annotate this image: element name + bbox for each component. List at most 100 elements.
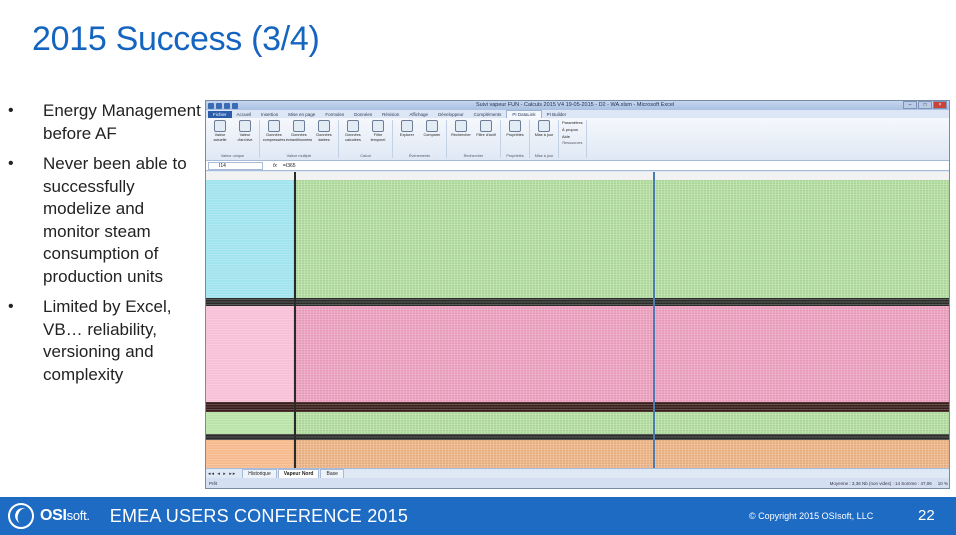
bullet-dot-icon: • [8, 155, 14, 172]
left-column-block [206, 180, 294, 298]
calculator-icon [347, 120, 359, 132]
ribbon-group-proprietes: Propriétés Propriétés [504, 120, 530, 158]
tab-accueil[interactable]: Accueil [232, 111, 257, 118]
bullet-item: • Limited by Excel, VB… reliability, vers… [8, 296, 204, 386]
row-band [206, 172, 949, 180]
status-ready: Prêt [209, 481, 218, 486]
tab-donnees[interactable]: Données [349, 111, 377, 118]
window-title: Suivi vapeur FUN - Calculs 2015 V4 19-05… [476, 102, 675, 108]
ribbon-group-valeur-multiple: Données compressées Données échantillonn… [263, 120, 339, 158]
window-controls: – □ × [902, 101, 947, 109]
zoom-level[interactable]: 10 % [938, 481, 948, 486]
filtre-temporel-button[interactable]: Filtre temporel [367, 120, 389, 154]
close-icon[interactable]: × [933, 101, 947, 109]
spreadsheet-grid[interactable] [206, 172, 949, 468]
properties-icon [509, 120, 521, 132]
row-band [206, 306, 949, 402]
donnees-echantillonnees-button[interactable]: Données échantillonnées [286, 120, 312, 154]
asset-filter-icon [480, 120, 492, 132]
maximize-icon[interactable]: □ [918, 101, 932, 109]
sheet-tab-historique[interactable]: Historique [242, 468, 277, 479]
camera-icon [214, 120, 226, 132]
aide-button[interactable]: Aide [562, 134, 583, 139]
slide-title: 2015 Success (3/4) [32, 20, 320, 58]
excel-title-bar: Suivi vapeur FUN - Calculs 2015 V4 19-05… [206, 101, 949, 110]
bullet-dot-icon: • [8, 102, 14, 119]
ribbon-group-calcul: Données calculées Filtre temporel Calcul [342, 120, 393, 158]
formula-input[interactable]: =I365 [283, 163, 296, 169]
comparer-button[interactable]: Comparer [421, 120, 443, 154]
row-band [206, 412, 949, 434]
search-icon [455, 120, 467, 132]
tab-insertion[interactable]: Insertion [256, 111, 283, 118]
tab-revision[interactable]: Révision [377, 111, 404, 118]
row-band [206, 180, 949, 298]
bullet-text: Energy Management before AF [43, 101, 201, 143]
explore-icon [401, 120, 413, 132]
osisoft-logo-icon [8, 503, 34, 529]
archive-icon [239, 120, 251, 132]
mise-a-jour-button[interactable]: Mise à jour [533, 120, 555, 154]
parametres-button[interactable]: Paramètres [562, 120, 583, 125]
function-icon[interactable]: fx [273, 163, 277, 169]
ribbon-tabs: Fichier Accueil Insertion Mise en page F… [206, 110, 949, 118]
tab-pi-builder[interactable]: PI Builder [542, 111, 572, 118]
refresh-icon [538, 120, 550, 132]
valeur-actuelle-button[interactable]: Valeur actuelle [209, 120, 231, 154]
tab-pi-datalink[interactable]: PI DataLink [506, 110, 542, 118]
explorer-button[interactable]: Explorer [396, 120, 418, 154]
sheet-tab-vapeur-nord[interactable]: Vapeur Nord [277, 468, 320, 479]
status-bar: Prêt Moyenne : 3,36 Nb (non vides) : 14 … [206, 478, 949, 488]
freeze-pane-divider [294, 172, 296, 468]
ribbon-group-valeur-unique: Valeur actuelle Valeur d'archive Valeur … [209, 120, 260, 158]
donnees-compressees-button[interactable]: Données compressées [263, 120, 285, 154]
osisoft-logo: OSIsoft. [8, 503, 90, 529]
clock-icon [293, 120, 305, 132]
excel-logo-icon [208, 102, 214, 109]
proprietes-button[interactable]: Propriétés [504, 120, 526, 154]
sheet-tab-base[interactable]: Base [320, 468, 344, 479]
sheet-nav-arrows-icon[interactable]: ◂◂ ◂ ▸ ▸▸ [208, 471, 236, 477]
compare-icon [426, 120, 438, 132]
undo-icon[interactable] [224, 102, 230, 109]
bullet-text: Limited by Excel, VB… reliability, versi… [43, 297, 172, 384]
bullet-item: • Never been able to successfully modeliz… [8, 153, 204, 288]
bullet-item: • Energy Management before AF [8, 100, 204, 145]
selected-column-marker [653, 172, 655, 468]
excel-window-screenshot: Suivi vapeur FUN - Calculs 2015 V4 19-05… [205, 100, 950, 489]
save-icon[interactable] [216, 102, 222, 109]
tab-affichage[interactable]: Affichage [404, 111, 433, 118]
formula-bar: I14 fx =I365 [206, 161, 949, 171]
tab-developpeur[interactable]: Développeur [433, 111, 469, 118]
quick-access-toolbar[interactable] [208, 102, 238, 109]
page-number: 22 [918, 507, 935, 524]
logo-text: OSIsoft. [40, 507, 90, 524]
tab-mise-en-page[interactable]: Mise en page [283, 111, 320, 118]
redo-icon[interactable] [232, 102, 238, 109]
minimize-icon[interactable]: – [903, 101, 917, 109]
bullet-text: Never been able to successfully modelize… [43, 154, 187, 286]
conference-name: EMEA USERS CONFERENCE 2015 [109, 505, 409, 526]
left-column-block [206, 306, 294, 402]
spreadsheet-cells [206, 172, 949, 468]
calendar-icon [318, 120, 330, 132]
footer-bar: OSIsoft. EMEA USERS CONFERENCE 2015 © Co… [0, 497, 956, 535]
tab-fichier[interactable]: Fichier [208, 110, 232, 118]
name-box[interactable]: I14 [208, 161, 263, 170]
filter-icon [372, 120, 384, 132]
row-band [206, 440, 949, 468]
compressed-data-icon [268, 120, 280, 132]
status-stats: Moyenne : 3,36 Nb (non vides) : 14 Somme… [829, 481, 932, 486]
sheet-tab-bar: ◂◂ ◂ ▸ ▸▸ Historique Vapeur Nord Base [206, 468, 949, 479]
donnees-calculees-button[interactable]: Données calculées [342, 120, 364, 154]
rechercher-button[interactable]: Rechercher [450, 120, 472, 154]
tab-complements[interactable]: Compléments [469, 111, 507, 118]
bullet-dot-icon: • [8, 298, 14, 315]
ribbon-group-ressources: Paramètres À propos Aide Ressources [562, 120, 587, 158]
ribbon-group-rechercher: Rechercher Filtre d'actif Rechercher [450, 120, 501, 158]
a-propos-button[interactable]: À propos [562, 127, 583, 132]
donnees-datees-button[interactable]: Données datées [313, 120, 335, 154]
tab-formules[interactable]: Formules [320, 111, 349, 118]
filtre-actif-button[interactable]: Filtre d'actif [475, 120, 497, 154]
valeur-archive-button[interactable]: Valeur d'archive [234, 120, 256, 154]
